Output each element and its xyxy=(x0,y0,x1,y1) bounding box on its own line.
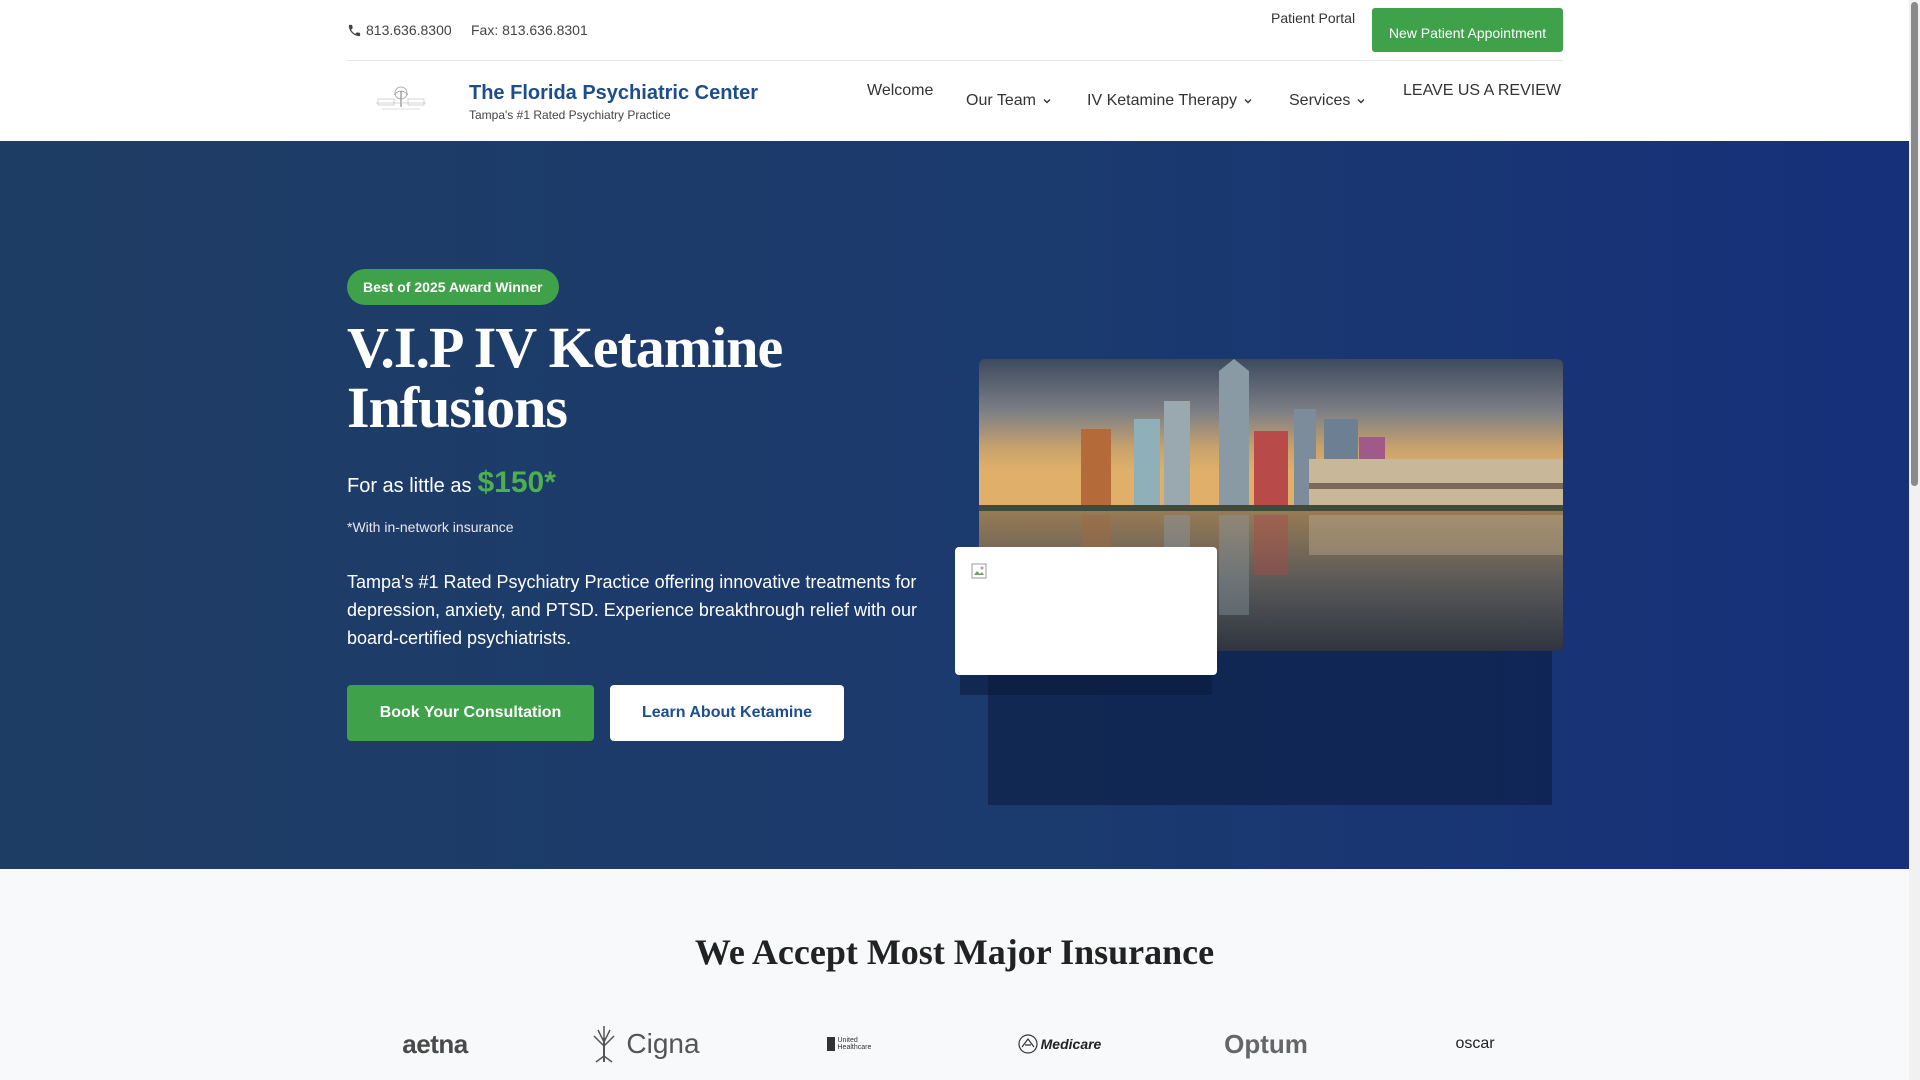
hero-section: Best of 2025 Award Winner V.I.P IV Ketam… xyxy=(0,141,1909,869)
scrollbar-thumb[interactable] xyxy=(1911,2,1918,486)
floating-image-card xyxy=(955,547,1217,675)
site-header: 813.636.8300 Fax: 813.636.8301 Patient P… xyxy=(0,0,1909,141)
page: 813.636.8300 Fax: 813.636.8301 Patient P… xyxy=(0,0,1909,1080)
nav-our-team-label: Our Team xyxy=(966,92,1036,109)
fax-number: Fax: 813.636.8301 xyxy=(471,22,588,38)
phone-icon xyxy=(348,24,361,36)
nav-our-team[interactable]: Our Team xyxy=(966,92,1052,110)
oscar-logo-text: oscar xyxy=(1455,1035,1495,1052)
brand-logo[interactable] xyxy=(372,85,430,115)
price-line: For as little as $150* xyxy=(347,466,556,500)
nav-welcome-label: Welcome xyxy=(867,82,934,99)
hero-title: V.I.P IV Ketamine Infusions xyxy=(347,315,783,440)
nav-review-label: LEAVE US A REVIEW xyxy=(1403,82,1561,99)
learn-about-ketamine-button[interactable]: Learn About Ketamine xyxy=(610,685,844,741)
phone-link[interactable]: 813.636.8300 xyxy=(347,22,452,38)
aetna-logo: aetna xyxy=(390,1024,480,1064)
brand-name[interactable]: The Florida Psychiatric Center xyxy=(469,82,758,105)
patient-portal-link[interactable]: Patient Portal xyxy=(1271,10,1355,26)
nav-iv-ketamine-label: IV Ketamine Therapy xyxy=(1087,92,1238,109)
optum-logo: Optum xyxy=(1220,1024,1312,1064)
insurance-section: We Accept Most Major Insurance aetna Cig… xyxy=(0,869,1909,1080)
oscar-logo: oscar xyxy=(1445,1024,1505,1064)
medicare-logo: Medicare xyxy=(1014,1024,1104,1064)
price-note: *With in-network insurance xyxy=(347,519,514,535)
nav-services-label: Services xyxy=(1289,92,1351,109)
top-bar: 813.636.8300 Fax: 813.636.8301 Patient P… xyxy=(347,0,1563,61)
nav-leave-review[interactable]: LEAVE US A REVIEW xyxy=(1403,82,1561,100)
united-healthcare-logo: United Healthcare xyxy=(822,1024,882,1064)
insurance-title: We Accept Most Major Insurance xyxy=(694,932,1215,972)
cigna-tree-icon xyxy=(593,1026,615,1063)
nav-services[interactable]: Services xyxy=(1289,92,1366,110)
aetna-logo-text: aetna xyxy=(402,1028,468,1059)
broken-image-icon xyxy=(971,563,987,579)
cigna-logo: Cigna xyxy=(584,1024,702,1064)
award-badge: Best of 2025 Award Winner xyxy=(347,269,559,305)
phone-number: 813.636.8300 xyxy=(366,22,452,38)
price-value: $150* xyxy=(477,466,556,499)
chevron-down-icon xyxy=(1357,99,1365,104)
book-consultation-button[interactable]: Book Your Consultation xyxy=(347,685,594,741)
price-prefix: For as little as xyxy=(347,475,472,497)
medicare-eagle-icon xyxy=(1018,1034,1038,1054)
chevron-down-icon xyxy=(1043,99,1051,104)
hero-description: Tampa's #1 Rated Psychiatry Practice off… xyxy=(347,572,917,648)
medicare-logo-text: Medicare xyxy=(1040,1036,1102,1052)
nav-welcome[interactable]: Welcome xyxy=(867,82,933,100)
uhc-logo-text: United Healthcare xyxy=(837,1037,872,1051)
brand-tagline: Tampa's #1 Rated Psychiatry Practice xyxy=(469,108,671,122)
chevron-down-icon xyxy=(1244,99,1252,104)
cigna-logo-text: Cigna xyxy=(626,1028,700,1059)
nav-iv-ketamine[interactable]: IV Ketamine Therapy xyxy=(1087,92,1253,110)
page-scrollbar[interactable] xyxy=(1909,0,1920,1080)
uhc-shield-icon xyxy=(826,1037,835,1051)
optum-logo-text: Optum xyxy=(1224,1028,1308,1059)
new-patient-appointment-button[interactable]: New Patient Appointment xyxy=(1372,8,1563,52)
